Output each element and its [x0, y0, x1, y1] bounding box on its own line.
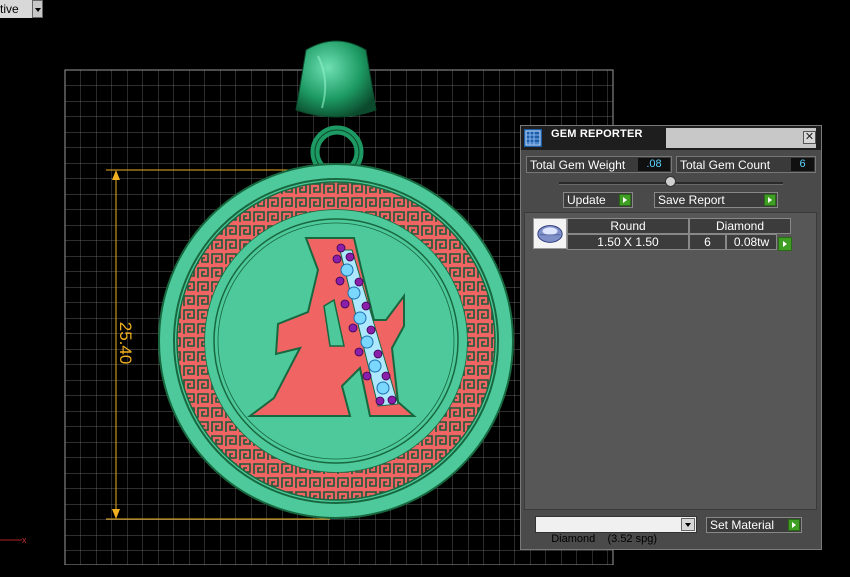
- play-arrow-icon: [788, 519, 800, 531]
- gem-list: Round Diamond 1.50 X 1.50 6 0.08tw: [524, 212, 817, 510]
- update-button[interactable]: Update: [563, 192, 633, 208]
- gem-count: 6: [689, 234, 726, 250]
- panel-titlebar[interactable]: GEM REPORTER ✕: [521, 126, 821, 150]
- gem-material: Diamond: [689, 218, 791, 234]
- gem-weight: 0.08tw: [726, 234, 777, 250]
- gem-reporter-logo-icon: [524, 129, 542, 147]
- material-select-value: Diamond (3.52 spg): [551, 533, 658, 545]
- viewport-mode-label[interactable]: ctive: [0, 0, 33, 18]
- axis-origin-marker: x: [0, 535, 27, 545]
- set-material-button-label: Set Material: [710, 518, 775, 532]
- total-gem-weight-label: Total Gem Weight: [530, 158, 626, 172]
- gem-shape: Round: [567, 218, 689, 234]
- update-button-label: Update: [567, 193, 606, 207]
- total-gem-count-value: 6: [791, 158, 814, 171]
- dimension-label: 25.40: [116, 322, 135, 365]
- close-icon[interactable]: ✕: [803, 131, 816, 144]
- material-select[interactable]: Diamond (3.52 spg): [535, 516, 697, 545]
- gem-details-arrow-icon[interactable]: [778, 237, 792, 251]
- chevron-down-icon[interactable]: [681, 518, 695, 531]
- svg-text:x: x: [22, 535, 27, 545]
- total-gem-weight: Total Gem Weight .08: [526, 156, 672, 173]
- play-arrow-icon: [619, 194, 631, 206]
- set-material-button[interactable]: Set Material: [706, 517, 802, 533]
- viewport-mode-dropdown-icon[interactable]: [32, 0, 43, 18]
- total-gem-weight-value: .08: [638, 158, 670, 171]
- splitter-knob-icon[interactable]: [665, 176, 676, 187]
- save-report-button[interactable]: Save Report: [654, 192, 778, 208]
- round-diamond-icon: [533, 218, 567, 249]
- panel-title: GEM REPORTER: [551, 128, 643, 140]
- panel-drag-handle[interactable]: [666, 128, 816, 148]
- total-gem-count: Total Gem Count 6: [676, 156, 816, 173]
- gem-size: 1.50 X 1.50: [567, 234, 689, 250]
- gem-reporter-panel: GEM REPORTER ✕ Total Gem Weight .08 Tota…: [520, 125, 822, 550]
- save-report-button-label: Save Report: [658, 193, 725, 207]
- total-gem-count-label: Total Gem Count: [680, 158, 771, 172]
- play-arrow-icon: [764, 194, 776, 206]
